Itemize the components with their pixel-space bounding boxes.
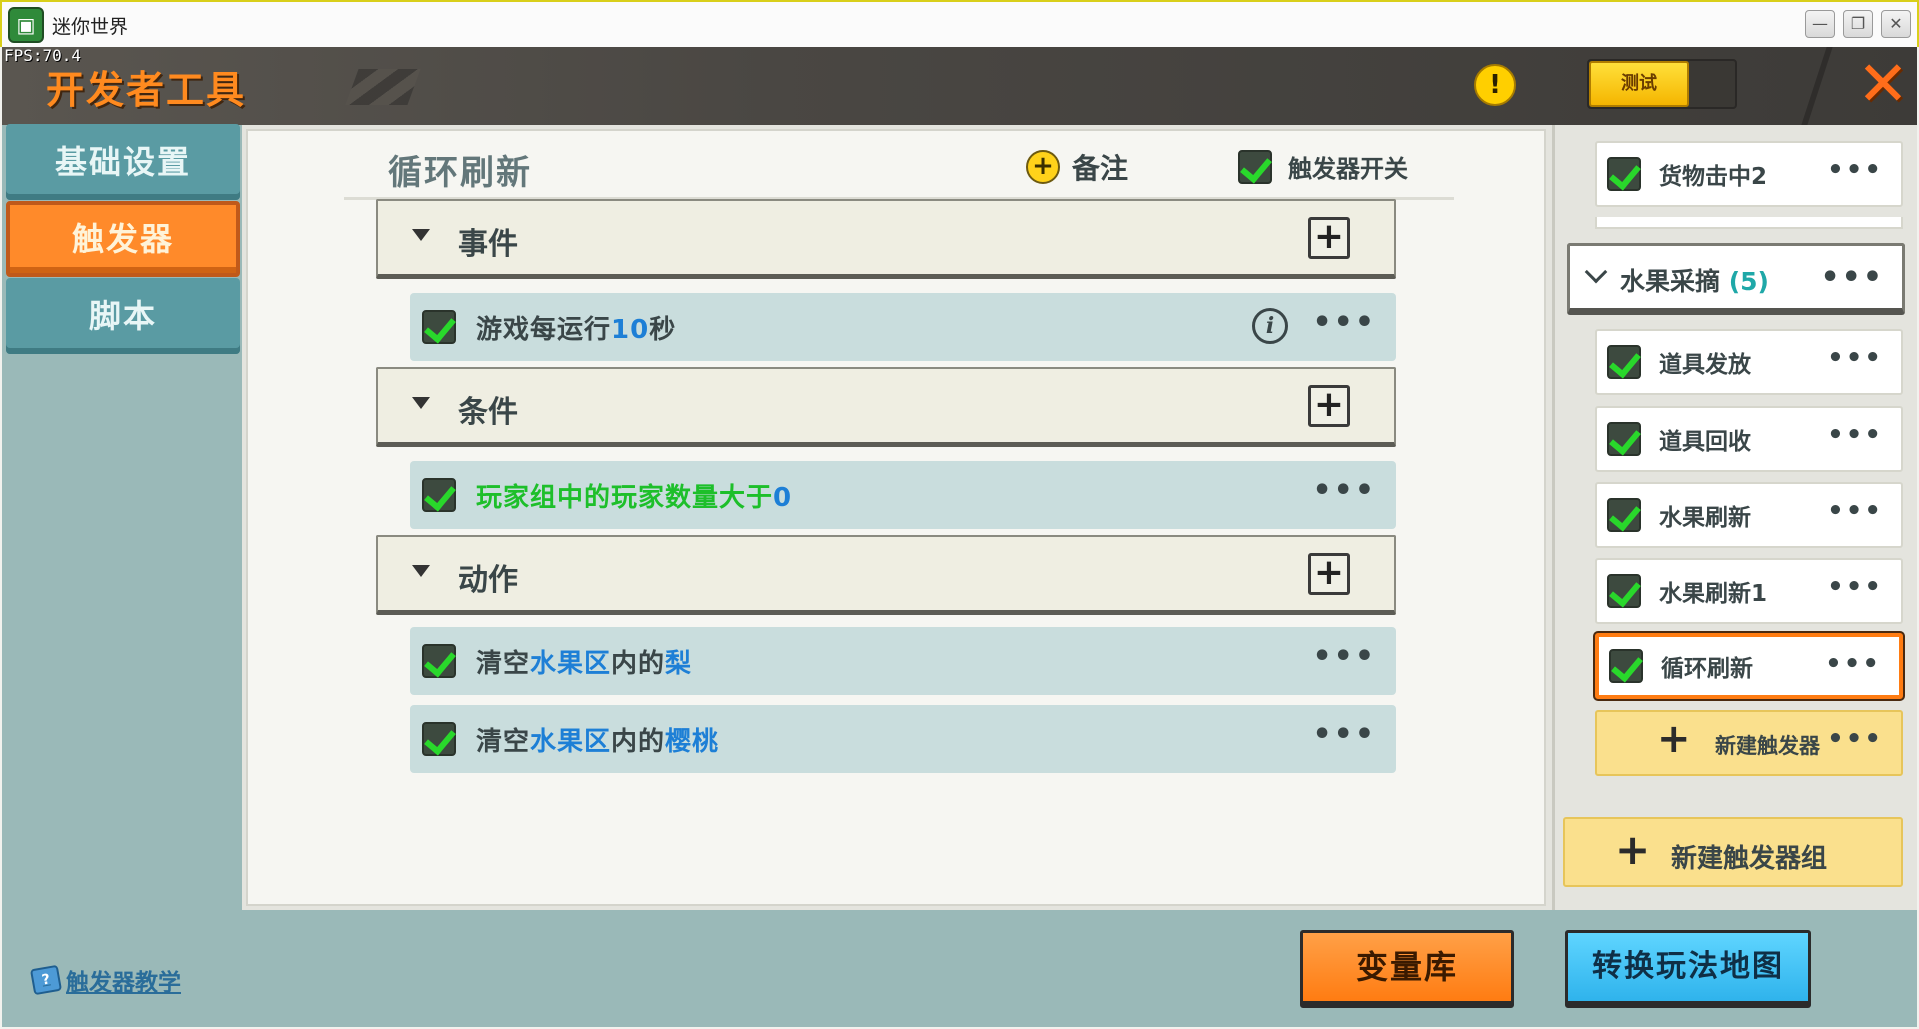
- event-section-header[interactable]: 事件 +: [376, 199, 1396, 279]
- trigger-checkbox[interactable]: [1609, 649, 1643, 683]
- restore-button[interactable]: ❐: [1843, 10, 1873, 38]
- more-options-icon[interactable]: •••: [1827, 155, 1883, 185]
- action-text: 清空水果区内的樱桃: [476, 726, 720, 757]
- test-button[interactable]: 测试: [1589, 61, 1689, 107]
- nav-item-basic-settings[interactable]: 基础设置: [6, 124, 240, 200]
- trigger-switch-label: 触发器开关: [1288, 155, 1408, 183]
- condition-checkbox[interactable]: [422, 478, 456, 512]
- new-trigger-button[interactable]: + 新建触发器 •••: [1595, 710, 1903, 776]
- more-options-icon[interactable]: •••: [1825, 649, 1881, 679]
- variable-library-button[interactable]: 变量库: [1300, 930, 1514, 1008]
- trigger-list-item[interactable]: 道具发放 •••: [1595, 329, 1903, 395]
- section-label: 条件: [458, 395, 518, 430]
- trigger-tutorial-link[interactable]: ? 触发器教学: [29, 963, 181, 997]
- trigger-group-header[interactable]: 水果采摘 (5) •••: [1567, 243, 1905, 315]
- chevron-down-icon[interactable]: [1584, 260, 1608, 284]
- action-row[interactable]: 清空水果区内的梨 •••: [410, 627, 1396, 695]
- note-label: 备注: [1072, 152, 1129, 185]
- header-divider: [1801, 47, 1833, 125]
- section-label: 动作: [458, 563, 518, 598]
- new-trigger-group-button[interactable]: + 新建触发器组: [1563, 817, 1903, 887]
- action-text: 清空水果区内的梨: [476, 648, 693, 679]
- info-icon[interactable]: i: [1252, 308, 1288, 344]
- condition-text: 玩家组中的玩家数量大于0: [476, 482, 793, 513]
- more-options-icon[interactable]: •••: [1827, 343, 1883, 373]
- more-options-icon[interactable]: •••: [1312, 639, 1376, 674]
- trigger-checkbox[interactable]: [1607, 498, 1641, 532]
- caret-down-icon[interactable]: [412, 565, 430, 577]
- more-options-icon[interactable]: •••: [1827, 724, 1883, 754]
- add-condition-button[interactable]: +: [1308, 385, 1350, 427]
- nav-item-scripts[interactable]: 脚本: [6, 278, 240, 354]
- editor-area: 循环刷新 + 备注 触发器开关 事件 + 游戏每运行10秒 i ••• 条件 +: [242, 125, 1552, 910]
- window-close-button[interactable]: ✕: [1881, 10, 1911, 38]
- trigger-checkbox[interactable]: [1607, 574, 1641, 608]
- caret-down-icon[interactable]: [412, 229, 430, 241]
- action-row[interactable]: 清空水果区内的樱桃 •••: [410, 705, 1396, 773]
- add-event-button[interactable]: +: [1308, 217, 1350, 259]
- more-options-icon[interactable]: •••: [1312, 717, 1376, 752]
- trigger-switch-checkbox[interactable]: [1238, 149, 1272, 184]
- event-text: 游戏每运行10秒: [476, 314, 677, 345]
- os-titlebar: ▣ 迷你世界 — ❐ ✕: [0, 0, 1919, 47]
- action-checkbox[interactable]: [422, 722, 456, 756]
- app-logo-icon: ▣: [8, 7, 44, 43]
- trigger-checkbox[interactable]: [1607, 345, 1641, 379]
- event-checkbox[interactable]: [422, 310, 456, 344]
- window-title: 迷你世界: [52, 16, 129, 38]
- dev-tools-header: 开发者工具 ! 测试 ✕: [2, 47, 1917, 125]
- book-icon: ?: [29, 964, 63, 996]
- condition-row[interactable]: 玩家组中的玩家数量大于0 •••: [410, 461, 1396, 529]
- close-icon[interactable]: ✕: [1854, 53, 1912, 115]
- more-options-icon[interactable]: •••: [1312, 473, 1376, 508]
- trigger-list-item[interactable]: 货物击中2 •••: [1595, 141, 1903, 207]
- trigger-checkbox[interactable]: [1607, 422, 1641, 456]
- trigger-list-item[interactable]: 水果刷新1 •••: [1595, 558, 1903, 624]
- left-nav: 基础设置 触发器 脚本 ? 触发器教学: [2, 124, 242, 1027]
- tutorial-label: 触发器教学: [66, 970, 181, 996]
- header-stripe-decoration: [345, 69, 421, 105]
- page-title: 开发者工具: [46, 68, 247, 112]
- more-options-icon[interactable]: •••: [1827, 572, 1883, 602]
- plus-icon: +: [1657, 716, 1691, 762]
- trigger-list-item-partial: [1595, 217, 1903, 229]
- trigger-checkbox[interactable]: [1607, 157, 1641, 191]
- add-note-button[interactable]: + 备注: [1026, 147, 1128, 187]
- warning-icon[interactable]: !: [1474, 64, 1516, 106]
- add-action-button[interactable]: +: [1308, 553, 1350, 595]
- more-options-icon[interactable]: •••: [1312, 305, 1376, 340]
- minimize-button[interactable]: —: [1805, 10, 1835, 38]
- more-options-icon[interactable]: •••: [1827, 496, 1883, 526]
- nav-item-triggers[interactable]: 触发器: [6, 201, 240, 277]
- more-options-icon[interactable]: •••: [1827, 420, 1883, 450]
- convert-map-button[interactable]: 转换玩法地图: [1565, 930, 1811, 1008]
- action-section-header[interactable]: 动作 +: [376, 535, 1396, 615]
- group-name: 水果采摘 (5): [1620, 267, 1769, 296]
- section-label: 事件: [458, 227, 518, 262]
- plus-circle-icon: +: [1026, 150, 1060, 184]
- trigger-name-title[interactable]: 循环刷新: [388, 145, 532, 194]
- action-checkbox[interactable]: [422, 644, 456, 678]
- trigger-list-item[interactable]: 水果刷新 •••: [1595, 482, 1903, 548]
- trigger-switch[interactable]: 触发器开关: [1238, 149, 1408, 184]
- caret-down-icon[interactable]: [412, 397, 430, 409]
- event-row[interactable]: 游戏每运行10秒 i •••: [410, 293, 1396, 361]
- trigger-list-panel[interactable]: 货物击中2 ••• 水果采摘 (5) ••• 道具发放 ••• 道具回收 •••…: [1552, 125, 1917, 910]
- trigger-list-item[interactable]: 道具回收 •••: [1595, 406, 1903, 472]
- more-options-icon[interactable]: •••: [1820, 260, 1884, 295]
- plus-icon: +: [1615, 825, 1651, 874]
- condition-section-header[interactable]: 条件 +: [376, 367, 1396, 447]
- test-toggle[interactable]: 测试: [1587, 59, 1737, 109]
- trigger-list-item-active[interactable]: 循环刷新 •••: [1595, 633, 1903, 699]
- fps-counter: FPS:70.4: [4, 46, 82, 65]
- trigger-editor-panel: 循环刷新 + 备注 触发器开关 事件 + 游戏每运行10秒 i ••• 条件 +: [246, 129, 1546, 906]
